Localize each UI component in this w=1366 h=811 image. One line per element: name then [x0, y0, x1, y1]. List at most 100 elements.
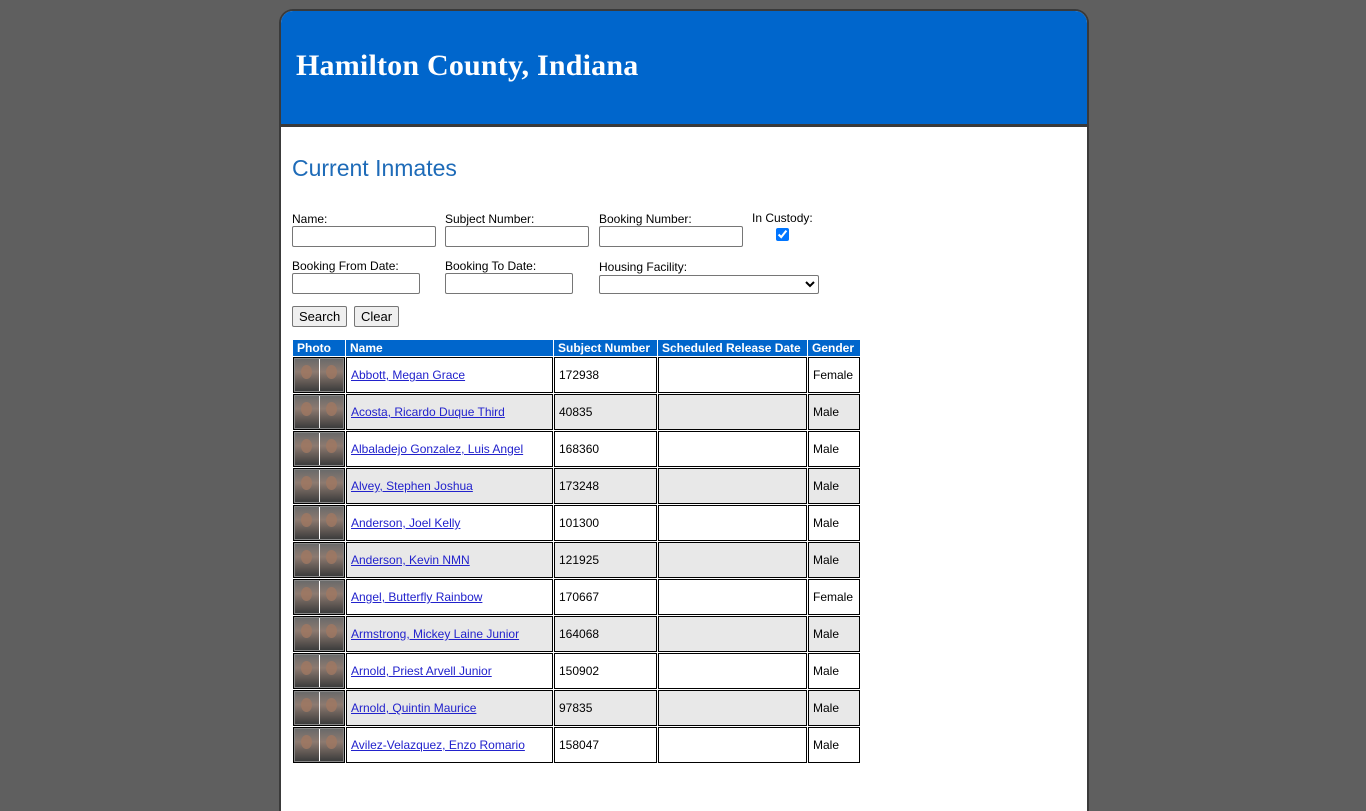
- housing-facility-select[interactable]: [599, 275, 819, 294]
- mugshot-front: [295, 729, 319, 761]
- photo-cell: [293, 357, 345, 393]
- in-custody-label: In Custody:: [752, 211, 813, 225]
- mugshot-profile: [319, 470, 343, 502]
- name-cell: Arnold, Quintin Maurice: [346, 690, 553, 726]
- name-cell: Albaladejo Gonzalez, Luis Angel: [346, 431, 553, 467]
- mugshot-thumbnail[interactable]: [294, 432, 344, 466]
- subject-number-cell: 40835: [554, 394, 657, 430]
- mugshot-front: [295, 655, 319, 687]
- name-cell: Abbott, Megan Grace: [346, 357, 553, 393]
- gender-cell: Female: [808, 357, 860, 393]
- photo-cell: [293, 394, 345, 430]
- booking-to-label: Booking To Date:: [445, 259, 537, 273]
- clear-button[interactable]: Clear: [354, 306, 400, 327]
- table-row: Anderson, Kevin NMN 121925 Male: [293, 542, 860, 578]
- inmate-name-link[interactable]: Anderson, Kevin NMN: [351, 553, 470, 567]
- subject-number-cell: 97835: [554, 690, 657, 726]
- mugshot-profile: [319, 729, 343, 761]
- gender-cell: Male: [808, 690, 860, 726]
- subject-number-cell: 150902: [554, 653, 657, 689]
- photo-cell: [293, 431, 345, 467]
- column-header-release-date[interactable]: Scheduled Release Date: [658, 340, 807, 356]
- subject-number-cell: 172938: [554, 357, 657, 393]
- subject-number-cell: 170667: [554, 579, 657, 615]
- mugshot-thumbnail[interactable]: [294, 728, 344, 762]
- mugshot-thumbnail[interactable]: [294, 506, 344, 540]
- subject-number-input[interactable]: [445, 226, 589, 247]
- photo-cell: [293, 468, 345, 504]
- mugshot-thumbnail[interactable]: [294, 543, 344, 577]
- mugshot-front: [295, 692, 319, 724]
- mugshot-front: [295, 507, 319, 539]
- subject-number-label: Subject Number:: [445, 212, 535, 226]
- booking-number-field-group: Booking Number:: [599, 212, 743, 247]
- release-date-cell: [658, 616, 807, 652]
- booking-number-label: Booking Number:: [599, 212, 692, 226]
- name-cell: Anderson, Kevin NMN: [346, 542, 553, 578]
- gender-cell: Male: [808, 468, 860, 504]
- subject-number-cell: 121925: [554, 542, 657, 578]
- mugshot-thumbnail[interactable]: [294, 580, 344, 614]
- table-row: Avilez-Velazquez, Enzo Romario 158047 Male: [293, 727, 860, 763]
- booking-from-date-input[interactable]: [292, 273, 420, 294]
- gender-cell: Female: [808, 579, 860, 615]
- release-date-cell: [658, 542, 807, 578]
- release-date-cell: [658, 727, 807, 763]
- booking-to-date-input[interactable]: [445, 273, 573, 294]
- table-row: Alvey, Stephen Joshua 173248 Male: [293, 468, 860, 504]
- name-cell: Avilez-Velazquez, Enzo Romario: [346, 727, 553, 763]
- gender-cell: Male: [808, 505, 860, 541]
- column-header-subject-number[interactable]: Subject Number: [554, 340, 657, 356]
- gender-cell: Male: [808, 394, 860, 430]
- in-custody-checkbox[interactable]: [775, 228, 789, 241]
- name-field-group: Name:: [292, 212, 436, 247]
- subject-number-cell: 168360: [554, 431, 657, 467]
- name-cell: Armstrong, Mickey Laine Junior: [346, 616, 553, 652]
- photo-cell: [293, 505, 345, 541]
- mugshot-front: [295, 618, 319, 650]
- inmate-name-link[interactable]: Acosta, Ricardo Duque Third: [351, 405, 505, 419]
- inmate-name-link[interactable]: Arnold, Quintin Maurice: [351, 701, 476, 715]
- column-header-name[interactable]: Name: [346, 340, 553, 356]
- booking-from-field-group: Booking From Date:: [292, 259, 420, 294]
- booking-number-input[interactable]: [599, 226, 743, 247]
- subject-number-cell: 158047: [554, 727, 657, 763]
- inmate-name-link[interactable]: Albaladejo Gonzalez, Luis Angel: [351, 442, 523, 456]
- inmate-name-link[interactable]: Armstrong, Mickey Laine Junior: [351, 627, 519, 641]
- gender-cell: Male: [808, 431, 860, 467]
- inmate-name-link[interactable]: Alvey, Stephen Joshua: [351, 479, 473, 493]
- gender-cell: Male: [808, 727, 860, 763]
- table-row: Acosta, Ricardo Duque Third 40835 Male: [293, 394, 860, 430]
- search-button[interactable]: Search: [292, 306, 348, 327]
- mugshot-thumbnail[interactable]: [294, 617, 344, 651]
- mugshot-front: [295, 359, 319, 391]
- booking-to-field-group: Booking To Date:: [445, 259, 573, 294]
- inmate-name-link[interactable]: Arnold, Priest Arvell Junior: [351, 664, 492, 678]
- photo-cell: [293, 579, 345, 615]
- inmate-name-link[interactable]: Avilez-Velazquez, Enzo Romario: [351, 738, 525, 752]
- release-date-cell: [658, 357, 807, 393]
- inmate-name-link[interactable]: Abbott, Megan Grace: [351, 368, 465, 382]
- photo-cell: [293, 653, 345, 689]
- subject-number-cell: 164068: [554, 616, 657, 652]
- mugshot-thumbnail[interactable]: [294, 469, 344, 503]
- name-input[interactable]: [292, 226, 436, 247]
- inmate-name-link[interactable]: Anderson, Joel Kelly: [351, 516, 460, 530]
- subject-number-field-group: Subject Number:: [445, 212, 589, 247]
- release-date-cell: [658, 468, 807, 504]
- mugshot-profile: [319, 433, 343, 465]
- mugshot-profile: [319, 655, 343, 687]
- housing-facility-field-group: Housing Facility:: [599, 260, 819, 294]
- mugshot-thumbnail[interactable]: [294, 395, 344, 429]
- table-header-row: Photo Name Subject Number Scheduled Rele…: [293, 340, 860, 356]
- mugshot-profile: [319, 396, 343, 428]
- mugshot-thumbnail[interactable]: [294, 691, 344, 725]
- mugshot-thumbnail[interactable]: [294, 358, 344, 392]
- release-date-cell: [658, 690, 807, 726]
- mugshot-front: [295, 433, 319, 465]
- name-cell: Anderson, Joel Kelly: [346, 505, 553, 541]
- mugshot-thumbnail[interactable]: [294, 654, 344, 688]
- column-header-photo[interactable]: Photo: [293, 340, 345, 356]
- inmate-name-link[interactable]: Angel, Butterfly Rainbow: [351, 590, 482, 604]
- column-header-gender[interactable]: Gender: [808, 340, 860, 356]
